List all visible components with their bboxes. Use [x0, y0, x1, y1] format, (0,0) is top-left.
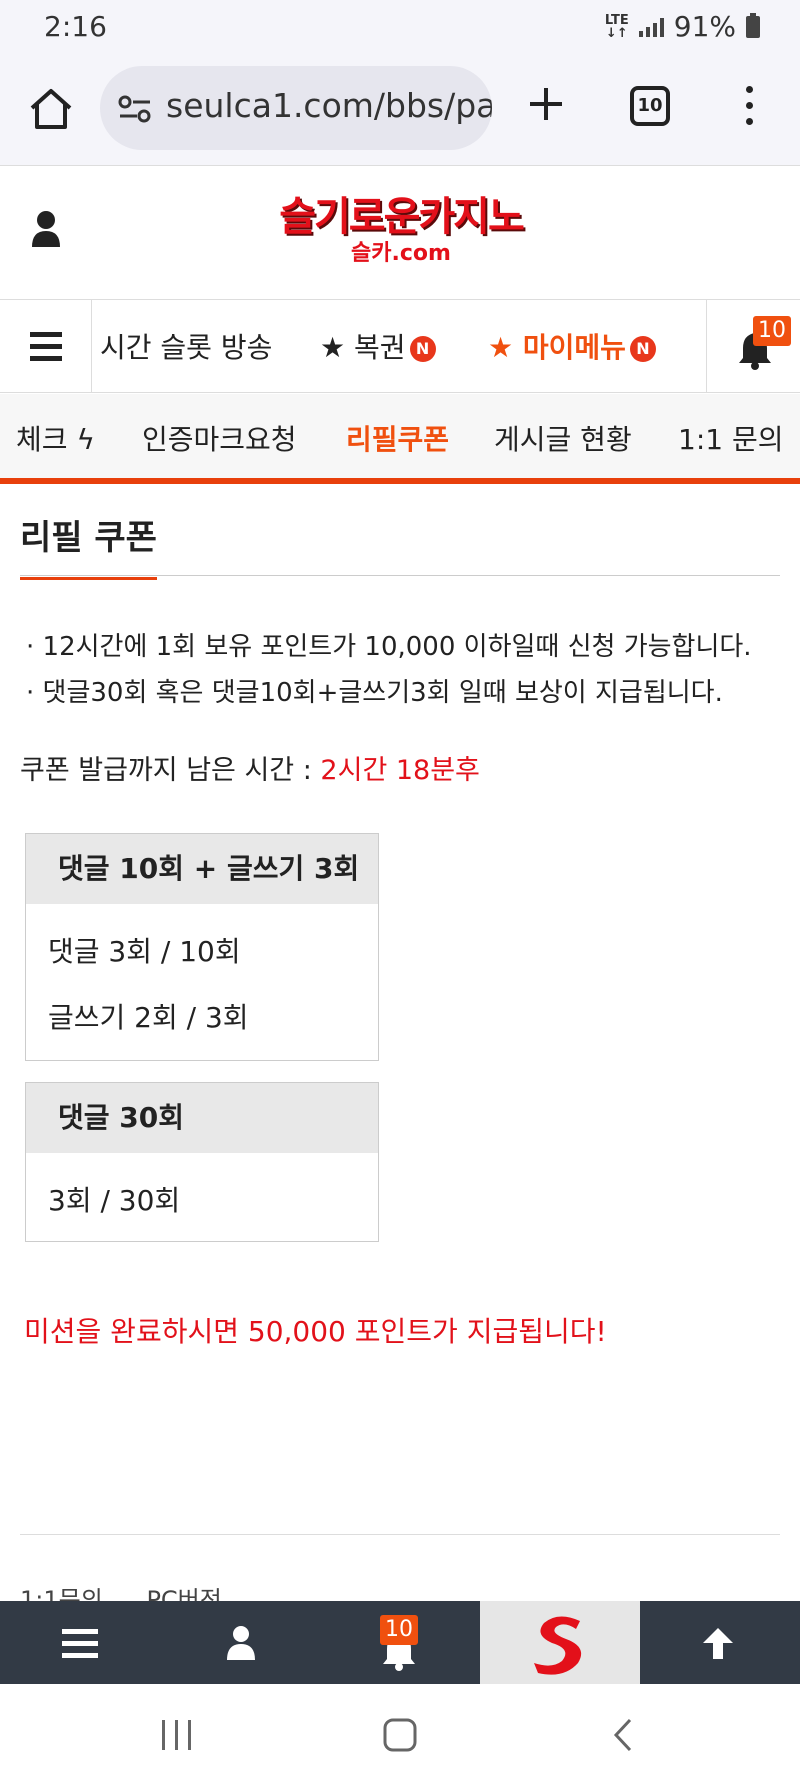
browser-toolbar: seulca1.com/bbs/pag 10: [0, 52, 800, 166]
scroll-top-icon[interactable]: [700, 1625, 736, 1661]
notice-line: · 댓글30회 혹은 댓글10회+글쓰기3회 일때 보상이 지급됩니다.: [26, 678, 723, 708]
notice-line: · 12시간에 1회 보유 포인트가 10,000 이하일때 신청 가능합니다.: [26, 632, 752, 662]
hamburger-menu-icon[interactable]: [60, 1627, 100, 1659]
notification-button[interactable]: 10: [706, 300, 800, 392]
notification-count-badge: 10: [753, 316, 791, 346]
subnav-item-refill-coupon[interactable]: 리필쿠폰: [346, 418, 449, 458]
timer-value: 2시간 18분후: [320, 755, 480, 786]
lightning-icon: ϟ: [76, 423, 95, 456]
mission-progress-row: 글쓰기 2회 / 3회: [48, 1001, 249, 1034]
mission-box-header: 댓글 30회: [26, 1083, 378, 1153]
mission-progress-row: 댓글 3회 / 10회: [48, 935, 241, 968]
status-indicators: LTE ↓↑ 91%: [605, 10, 760, 43]
site-header: 슬기로운카지노 슬카.com: [0, 167, 800, 300]
home-icon[interactable]: [28, 86, 74, 132]
subnav-item-inquiry[interactable]: 1:1 문의: [678, 418, 783, 458]
new-tab-icon[interactable]: [524, 82, 568, 126]
system-navigation-bar: [0, 1684, 800, 1784]
mission-box-header: 댓글 10회 + 글쓰기 3회: [26, 834, 378, 904]
back-icon[interactable]: [612, 1718, 634, 1752]
status-bar: 2:16 LTE ↓↑ 91%: [0, 0, 800, 52]
logo-sub-text: 슬카.com: [351, 241, 451, 266]
recent-apps-icon[interactable]: [160, 1720, 194, 1750]
new-badge: N: [409, 336, 436, 362]
user-icon[interactable]: [226, 1625, 256, 1661]
site-logo[interactable]: 슬기로운카지노 슬카.com: [248, 193, 554, 273]
site-logo-button[interactable]: [480, 1601, 640, 1684]
nav-item-slot-broadcast[interactable]: 시간 슬롯 방송: [100, 326, 272, 366]
notification-count-badge: 10: [380, 1615, 418, 1645]
main-nav: 시간 슬롯 방송 ★ 복권 N ★ 마이메뉴 N 10: [0, 300, 800, 393]
divider: [20, 575, 780, 576]
battery-icon: [746, 12, 760, 38]
bottom-nav: 10: [0, 1601, 800, 1684]
nav-items: 시간 슬롯 방송 ★ 복권 N ★ 마이메뉴 N: [92, 300, 706, 392]
sub-nav: 체크 ϟ 인증마크요청 리필쿠폰 게시글 현황 1:1 문의: [0, 394, 800, 484]
more-options-icon[interactable]: [742, 86, 756, 126]
divider: [20, 1534, 780, 1535]
lte-icon: LTE ↓↑: [604, 12, 629, 41]
status-time: 2:16: [44, 10, 107, 43]
signal-icon: [638, 17, 664, 37]
subnav-item-check[interactable]: 체크 ϟ: [16, 418, 95, 458]
subnav-item-cert-mark[interactable]: 인증마크요청: [142, 418, 297, 458]
home-button-icon[interactable]: [383, 1718, 417, 1752]
coupon-timer: 쿠폰 발급까지 남은 시간 : 2시간 18분후: [20, 748, 480, 787]
s-logo-icon: [534, 1616, 582, 1675]
timer-label: 쿠폰 발급까지 남은 시간 :: [20, 755, 321, 786]
logo-main-text: 슬기로운카지노: [279, 194, 525, 240]
tab-switcher-button[interactable]: 10: [630, 86, 670, 126]
battery-percent: 91%: [673, 10, 736, 43]
url-text: seulca1.com/bbs/pag: [166, 86, 492, 125]
mission-progress-row: 3회 / 30회: [48, 1184, 181, 1217]
hamburger-menu-icon[interactable]: [0, 300, 92, 392]
mission-box-comments-posts: 댓글 10회 + 글쓰기 3회 댓글 3회 / 10회 글쓰기 2회 / 3회: [25, 833, 379, 1061]
mission-box-comments: 댓글 30회 3회 / 30회: [25, 1082, 379, 1242]
reward-message: 미션을 완료하시면 50,000 포인트가 지급됩니다!: [24, 1315, 607, 1348]
nav-item-lottery[interactable]: ★ 복권 N: [320, 326, 436, 366]
site-settings-icon[interactable]: [118, 94, 152, 124]
nav-item-my-menu[interactable]: ★ 마이메뉴 N: [488, 326, 656, 366]
address-bar[interactable]: seulca1.com/bbs/pag: [100, 66, 492, 150]
new-badge: N: [629, 336, 656, 362]
user-icon[interactable]: [30, 209, 62, 249]
subnav-item-post-status[interactable]: 게시글 현황: [494, 418, 632, 458]
page-title: 리필 쿠폰: [20, 510, 157, 580]
